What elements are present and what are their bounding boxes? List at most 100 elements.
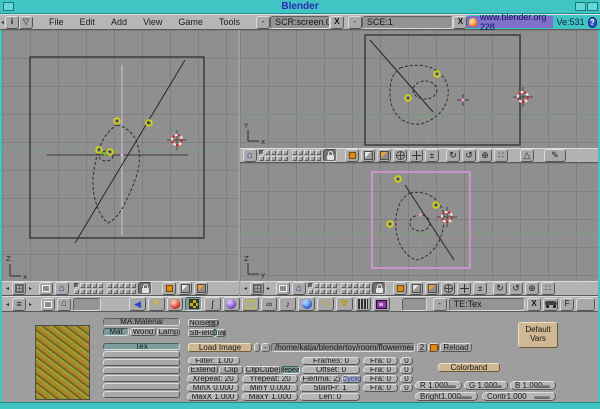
window-close-button[interactable]	[587, 2, 598, 11]
lock-icon[interactable]	[372, 282, 386, 295]
rotate-cw-icon[interactable]: ↻	[493, 282, 507, 295]
menu-game[interactable]: Game	[170, 17, 211, 27]
viewport-top[interactable]: Y x	[240, 30, 598, 148]
clipcube-button[interactable]: ClipCube	[244, 366, 280, 374]
texture-channel[interactable]	[103, 351, 180, 358]
center-view-icon[interactable]: ⊕	[525, 282, 539, 295]
edit-buttons-icon[interactable]	[242, 297, 259, 311]
layer-toggle[interactable]	[92, 283, 97, 288]
layer-toggle[interactable]	[74, 283, 79, 288]
slider-contrast[interactable]: Contr1.000	[482, 392, 556, 401]
layer-toggle[interactable]	[259, 150, 264, 155]
cursor-3d[interactable]	[513, 87, 533, 107]
fra-dur-field[interactable]: 0	[400, 357, 413, 365]
wireframe-icon[interactable]	[393, 149, 407, 162]
paint-buttons-icon[interactable]: ✎	[317, 297, 334, 311]
fullscreen-icon[interactable]	[39, 282, 53, 295]
layer-toggle[interactable]	[298, 156, 303, 161]
draw-mode-icon[interactable]	[409, 282, 423, 295]
layer-toggle[interactable]	[332, 289, 337, 294]
fra-field[interactable]: Fra: 0	[363, 384, 398, 392]
link-buttons-icon[interactable]: ∞	[261, 297, 278, 311]
scene-delete-button[interactable]: X	[453, 16, 467, 29]
layer-toggle[interactable]	[316, 156, 321, 161]
context-lamp-button[interactable]: Lamp	[157, 328, 180, 336]
layer-toggle[interactable]	[92, 289, 97, 294]
edit-pencil-icon[interactable]: ✎	[544, 149, 566, 162]
extend-button[interactable]: Extend	[188, 366, 218, 374]
texture-browse-button[interactable]: -	[433, 298, 447, 311]
image-users-button[interactable]: 2	[417, 343, 427, 352]
layer-toggle[interactable]	[107, 283, 112, 288]
home-icon[interactable]: ⌂	[243, 149, 257, 162]
layer-toggle[interactable]	[107, 289, 112, 294]
layer-toggle[interactable]	[298, 150, 303, 155]
cursor-3d[interactable]	[437, 207, 457, 227]
fieima-field[interactable]: Fie/Ima: 2	[300, 375, 340, 383]
layer-toggle[interactable]	[74, 289, 79, 294]
layer-toggle[interactable]	[310, 150, 315, 155]
auto-name-icon[interactable]	[543, 298, 558, 311]
object-data-icon[interactable]	[425, 282, 439, 295]
filter-field[interactable]: Filter: 1.00	[188, 357, 240, 365]
miny-field[interactable]: MinY 0.000	[242, 384, 298, 392]
layer-toggle[interactable]	[119, 283, 124, 288]
layer-toggle[interactable]	[308, 289, 313, 294]
scene-browse-button[interactable]: -	[348, 16, 362, 29]
face-select-icon[interactable]: △	[520, 149, 534, 162]
texture-delete-button[interactable]: X	[527, 298, 541, 311]
layer-toggle[interactable]	[271, 156, 276, 161]
menu-add[interactable]: Add	[103, 17, 135, 27]
layer-toggle[interactable]	[80, 289, 85, 294]
home-icon[interactable]: ⌂	[292, 282, 306, 295]
layer-toggle[interactable]	[359, 283, 364, 288]
scene-name-field[interactable]: SCE:1	[362, 16, 454, 29]
opt-stfield[interactable]: StField	[188, 329, 215, 337]
layer-toggle[interactable]	[326, 289, 331, 294]
anim-buttons-icon[interactable]: ∫	[204, 297, 221, 311]
blank-field[interactable]	[402, 298, 426, 311]
window-type-icon[interactable]: ≡	[12, 298, 26, 311]
layer-toggle[interactable]	[292, 150, 297, 155]
textype-noise[interactable]: Noise	[188, 319, 210, 327]
layer-toggle[interactable]	[341, 289, 346, 294]
cyclic-toggle[interactable]: Cyclic	[342, 375, 361, 383]
layer-toggle[interactable]	[359, 289, 364, 294]
layer-toggle[interactable]	[365, 289, 370, 294]
context-mat-button[interactable]: Mat	[103, 328, 129, 336]
object-data-icon[interactable]	[377, 149, 391, 162]
lamp-buttons-icon[interactable]: ☀	[148, 297, 165, 311]
context-blank-field[interactable]	[73, 298, 101, 311]
screen-name-field[interactable]: SCR:screen.001	[270, 16, 330, 29]
draw-mode-icon[interactable]	[178, 282, 192, 295]
layer-toggle[interactable]	[332, 283, 337, 288]
layer-toggle[interactable]	[292, 156, 297, 161]
curve-point[interactable]	[387, 221, 393, 227]
layer-toggle[interactable]	[353, 289, 358, 294]
screen-browse-button[interactable]: -	[256, 16, 270, 29]
default-vars-button[interactable]: Default Vars	[518, 322, 558, 348]
fra-dur-field[interactable]: 0	[400, 384, 413, 392]
menu-view[interactable]: View	[135, 17, 170, 27]
image-buttons-icon[interactable]	[373, 297, 390, 311]
layer-toggle[interactable]	[314, 289, 319, 294]
load-image-button[interactable]: Load Image	[188, 343, 252, 352]
home-icon[interactable]: ⌂	[55, 282, 69, 295]
layer-toggle[interactable]	[271, 150, 276, 155]
realtime-buttons-icon[interactable]	[298, 297, 315, 311]
plusminus-icon[interactable]: ±	[473, 282, 487, 295]
world-buttons-icon[interactable]	[223, 297, 240, 311]
slider-r[interactable]: R 1.000	[415, 381, 462, 390]
localview-icon[interactable]	[393, 282, 407, 295]
material-link-field[interactable]: MA:Material	[103, 318, 180, 326]
pack-icon[interactable]	[428, 343, 439, 352]
rotate-ccw-icon[interactable]: ↺	[509, 282, 523, 295]
image-pin-button[interactable]	[254, 343, 260, 352]
layer-toggle[interactable]	[304, 156, 309, 161]
menu-edit[interactable]: Edit	[72, 17, 104, 27]
layer-toggle[interactable]	[113, 283, 118, 288]
fullscreen-icon[interactable]	[41, 298, 55, 311]
window-type-dropdown-icon[interactable]: ▽	[19, 16, 33, 29]
curve-point[interactable]	[405, 95, 411, 101]
texture-channel[interactable]	[103, 383, 180, 390]
